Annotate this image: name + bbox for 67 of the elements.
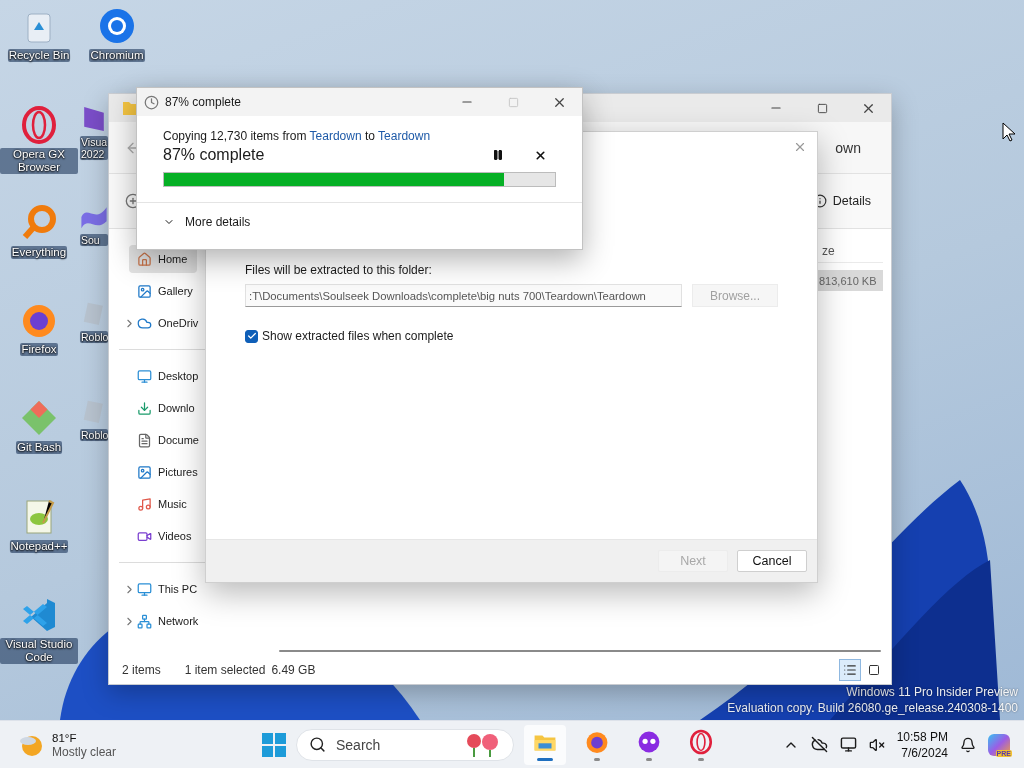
details-view-button[interactable] <box>839 659 861 681</box>
network-icon <box>137 613 152 629</box>
destination-label: Files will be extracted to this folder: <box>245 263 433 277</box>
dialog-button[interactable]: Cancel <box>737 550 807 572</box>
sidebar-item[interactable]: Network <box>129 607 209 635</box>
search-icon <box>309 736 326 753</box>
document-icon <box>137 432 152 448</box>
picture-icon <box>137 283 152 299</box>
address-text: own <box>835 139 862 156</box>
time-text: 10:58 PM <box>896 728 948 745</box>
item-count-text: 2 items <box>122 663 161 677</box>
sidebar-item[interactable]: This PC <box>129 575 208 603</box>
sidebar-item[interactable]: Videos <box>129 522 202 550</box>
download-icon <box>137 400 152 416</box>
close-icon <box>793 140 807 154</box>
desktop-icon-label[interactable]: Visua 2022 <box>80 136 108 161</box>
muted-speaker-icon[interactable] <box>868 736 885 753</box>
maximize-icon <box>507 96 519 108</box>
sidebar-item[interactable]: Desktop <box>129 362 209 390</box>
size-text: 6.49 GB <box>271 663 316 677</box>
monitor-icon <box>137 581 152 597</box>
folder-link[interactable]: Teardown <box>309 129 362 143</box>
list-view-icon <box>843 663 857 677</box>
date-text: 7/6/2024 <box>901 744 948 761</box>
crossed-cloud-icon[interactable] <box>810 736 828 753</box>
globe-logo-icon <box>97 6 137 46</box>
check-icon <box>246 331 257 341</box>
temperature-text: 81°F <box>52 730 78 745</box>
progress-heading: 87% complete <box>163 146 265 164</box>
cloud-icon <box>137 315 152 331</box>
sidebar-item[interactable]: Downlo <box>129 394 205 422</box>
start-button[interactable] <box>262 732 286 757</box>
checkbox[interactable] <box>245 329 258 343</box>
horizontal-scrollbar[interactable] <box>279 650 881 652</box>
sidebar-item[interactable]: Music <box>129 490 197 518</box>
destination-path-field[interactable]: :T\Documents\Soulseek Downloads\complete\big nuts 700\Teardown\Teardown <box>245 284 682 307</box>
clock-icon <box>144 94 159 110</box>
sidebar-item[interactable]: Docume <box>129 426 209 454</box>
folder-link[interactable]: Teardown <box>378 129 431 143</box>
pause-icon <box>492 149 505 161</box>
search-field[interactable]: Search <box>334 735 454 754</box>
selection-text: 1 item selected <box>184 663 266 677</box>
maximize-icon <box>816 102 828 114</box>
sidebar-item[interactable]: OneDriv <box>129 309 209 337</box>
monitor-icon[interactable] <box>839 736 857 753</box>
bell-icon[interactable] <box>960 736 976 753</box>
music-note-icon <box>137 496 152 512</box>
house-icon <box>137 251 152 267</box>
tiles-view-icon <box>868 664 880 676</box>
desktop-icon-label[interactable]: Visual Studio Code <box>0 638 78 665</box>
picture-icon <box>137 464 152 480</box>
more-details-button[interactable]: More details <box>163 215 251 229</box>
checkbox-label: Show extracted files when complete <box>262 329 454 343</box>
desktop-icon <box>137 368 152 384</box>
ring-logo-icon <box>19 105 59 145</box>
ring-logo-icon <box>688 728 714 755</box>
desktop-icon-label[interactable]: Opera GX Browser <box>0 148 78 175</box>
window-title: 87% complete <box>165 95 242 109</box>
taskbar-app-button[interactable] <box>524 724 566 765</box>
weather-condition-text: Mostly clear <box>52 744 116 759</box>
sidebar-item[interactable]: Gallery <box>129 277 203 305</box>
clock-area[interactable]: 10:58 PM 7/6/2024 <box>896 728 948 761</box>
table-cell: 813,610 KB <box>817 270 883 291</box>
search-box[interactable]: Search <box>296 728 514 761</box>
mouse-cursor-icon <box>1002 122 1016 142</box>
copy-status-text: Copying 12,730 items from Teardown to Teardown <box>163 129 432 143</box>
sidebar-item[interactable]: Pictures <box>129 458 208 486</box>
